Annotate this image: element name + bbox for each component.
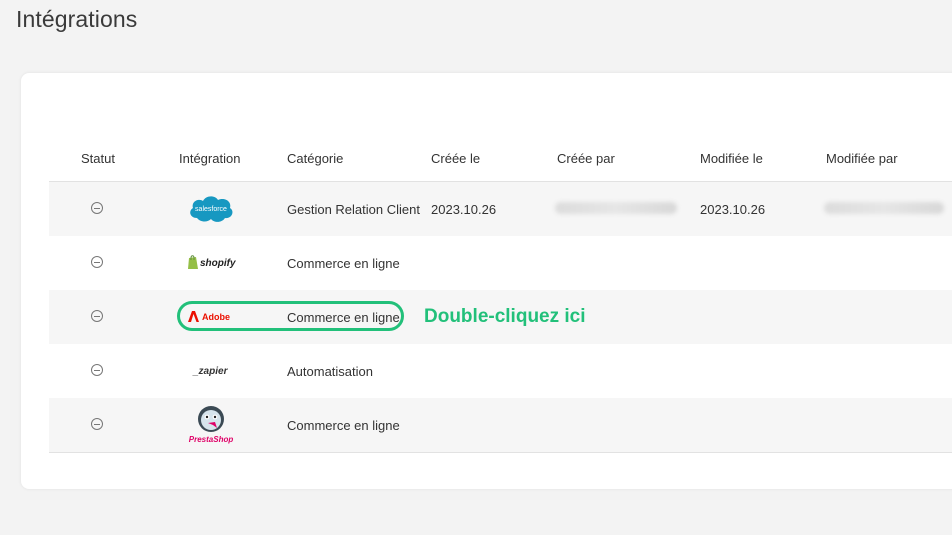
prestashop-logo-icon: PrestaShop: [185, 403, 237, 452]
table-row[interactable]: _zapier Automatisation: [49, 344, 952, 398]
category-cell: Commerce en ligne: [287, 418, 400, 433]
modified-by-redacted: [824, 202, 944, 214]
integrations-card: Statut Intégration Catégorie Créée le Cr…: [21, 73, 952, 489]
status-minus-icon[interactable]: [91, 310, 103, 322]
double-click-highlight: [177, 301, 404, 331]
shopify-logo-icon: shopify: [187, 254, 239, 277]
header-modified-on[interactable]: Modifiée le: [700, 151, 763, 166]
table-header: Statut Intégration Catégorie Créée le Cr…: [49, 141, 952, 182]
zapier-logo-text: _zapier: [192, 366, 229, 377]
status-minus-icon[interactable]: [91, 256, 103, 268]
category-cell: Commerce en ligne: [287, 256, 400, 271]
created-on-cell: 2023.10.26: [431, 202, 497, 217]
header-integration[interactable]: Intégration: [179, 151, 240, 166]
table-row[interactable]: PrestaShop Commerce en ligne: [49, 398, 952, 453]
salesforce-logo-text: salesforce: [195, 206, 227, 213]
category-cell: Gestion Relation Client: [287, 202, 420, 217]
shopify-logo-text: shopify: [200, 258, 236, 269]
status-minus-icon[interactable]: [91, 364, 103, 376]
table-row[interactable]: shopify Commerce en ligne: [49, 236, 952, 290]
status-minus-icon[interactable]: [91, 418, 103, 430]
created-by-redacted: [555, 202, 677, 214]
header-created-on[interactable]: Créée le: [431, 151, 480, 166]
header-status[interactable]: Statut: [81, 151, 115, 166]
status-minus-icon[interactable]: [91, 202, 103, 214]
header-created-by[interactable]: Créée par: [557, 151, 615, 166]
integrations-table: Statut Intégration Catégorie Créée le Cr…: [49, 141, 952, 453]
prestashop-logo-text: PrestaShop: [189, 435, 234, 444]
header-category[interactable]: Catégorie: [287, 151, 343, 166]
header-modified-by[interactable]: Modifiée par: [826, 151, 898, 166]
modified-on-cell: 2023.10.26: [700, 202, 766, 217]
salesforce-logo-icon: salesforce: [187, 192, 235, 229]
double-click-hint: Double-cliquez ici: [424, 306, 586, 327]
page-title: Intégrations: [16, 6, 138, 32]
table-row[interactable]: salesforce Gestion Relation Client 2023.…: [49, 182, 952, 236]
category-cell: Automatisation: [287, 364, 373, 379]
zapier-logo-icon: _zapier: [191, 364, 235, 383]
